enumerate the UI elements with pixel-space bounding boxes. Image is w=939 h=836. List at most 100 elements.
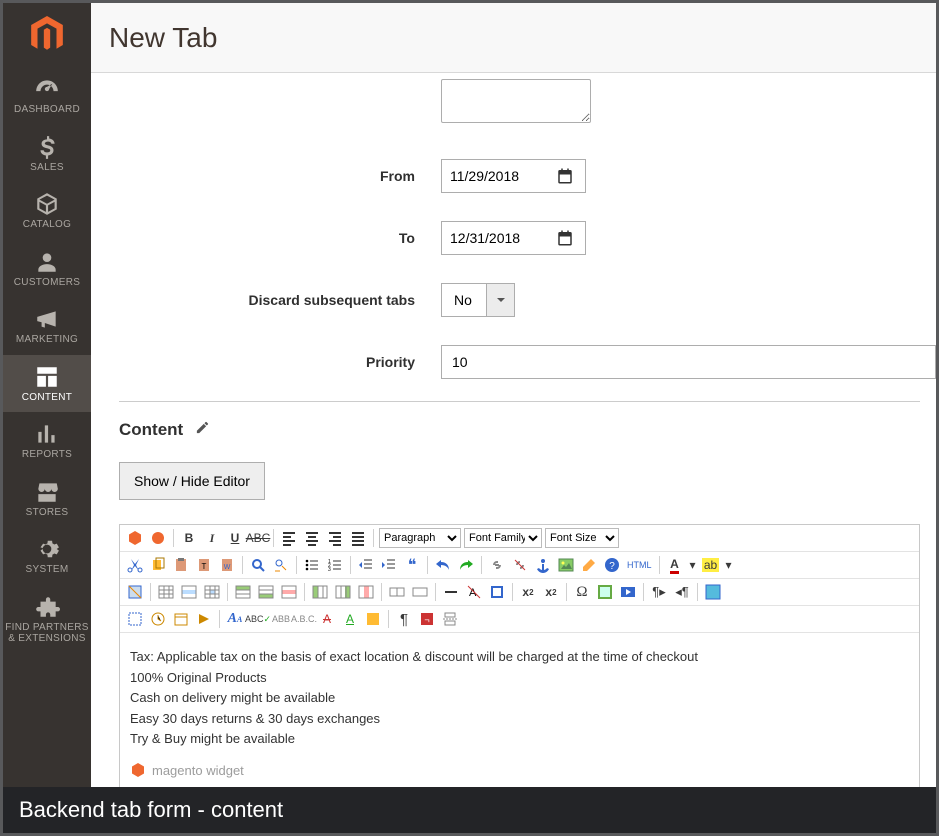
html-source-icon[interactable]: HTML: [625, 555, 654, 575]
delete-row-icon[interactable]: [279, 582, 299, 602]
preview-icon[interactable]: [194, 609, 214, 629]
split-cells-icon[interactable]: [387, 582, 407, 602]
del-icon[interactable]: A: [317, 609, 337, 629]
numbered-list-icon[interactable]: 123: [325, 555, 345, 575]
blockquote-icon[interactable]: ❝: [402, 555, 422, 575]
align-left-icon[interactable]: [279, 528, 299, 548]
visualchars-icon[interactable]: ¶: [394, 609, 414, 629]
strikethrough-icon[interactable]: ABC: [248, 528, 268, 548]
undo-icon[interactable]: [433, 555, 453, 575]
widget-placeholder[interactable]: magento widget: [130, 761, 909, 781]
magento-logo[interactable]: [3, 3, 91, 67]
from-date-value[interactable]: [442, 160, 546, 192]
chevron-down-icon[interactable]: ▾: [724, 555, 734, 575]
unlink-icon[interactable]: [510, 555, 530, 575]
charmap-icon[interactable]: Ω: [572, 582, 592, 602]
ltr-icon[interactable]: ¶▸: [649, 582, 669, 602]
copy-icon[interactable]: [148, 555, 168, 575]
toggle-editor-button[interactable]: Show / Hide Editor: [119, 462, 265, 500]
sidebar-item-catalog[interactable]: CATALOG: [3, 182, 91, 240]
cite-icon[interactable]: ABB: [271, 609, 291, 629]
spellcheck-icon[interactable]: ABC✓: [248, 609, 268, 629]
table-cell-props-icon[interactable]: [202, 582, 222, 602]
anchor-icon[interactable]: [533, 555, 553, 575]
calendar-icon[interactable]: [546, 160, 584, 192]
remove-format-icon[interactable]: A: [464, 582, 484, 602]
emotions-icon[interactable]: [595, 582, 615, 602]
sidebar-item-sales[interactable]: SALES: [3, 125, 91, 183]
sidebar-item-marketing[interactable]: MARKETING: [3, 297, 91, 355]
rtl-icon[interactable]: ◂¶: [672, 582, 692, 602]
underline-icon[interactable]: U: [225, 528, 245, 548]
attribs-icon[interactable]: [363, 609, 383, 629]
paste-text-icon[interactable]: T: [194, 555, 214, 575]
subscript-icon[interactable]: x2: [518, 582, 538, 602]
pencil-icon[interactable]: [195, 420, 210, 440]
sidebar-item-system[interactable]: SYSTEM: [3, 527, 91, 585]
cleanup-icon[interactable]: [579, 555, 599, 575]
acronym-icon[interactable]: A.B.C.: [294, 609, 314, 629]
align-justify-icon[interactable]: [348, 528, 368, 548]
editor-content-area[interactable]: Tax: Applicable tax on the basis of exac…: [120, 633, 919, 787]
delete-col-icon[interactable]: [356, 582, 376, 602]
cut-icon[interactable]: [125, 555, 145, 575]
hr-icon[interactable]: [441, 582, 461, 602]
redo-icon[interactable]: [456, 555, 476, 575]
chevron-down-icon[interactable]: [487, 283, 515, 317]
sidebar-item-stores[interactable]: STORES: [3, 470, 91, 528]
discard-select[interactable]: No: [441, 283, 515, 317]
bullet-list-icon[interactable]: [302, 555, 322, 575]
block-format-select[interactable]: Paragraph: [379, 528, 461, 548]
find-icon[interactable]: [248, 555, 268, 575]
media-icon[interactable]: [618, 582, 638, 602]
indent-icon[interactable]: [379, 555, 399, 575]
paste-icon[interactable]: [171, 555, 191, 575]
table-icon[interactable]: [156, 582, 176, 602]
description-textarea[interactable]: [441, 79, 591, 123]
pagebreak-icon[interactable]: [440, 609, 460, 629]
sidebar-item-content[interactable]: CONTENT: [3, 355, 91, 413]
sidebar-item-reports[interactable]: REPORTS: [3, 412, 91, 470]
insert-row-after-icon[interactable]: [256, 582, 276, 602]
insert-row-before-icon[interactable]: [233, 582, 253, 602]
outdent-icon[interactable]: [356, 555, 376, 575]
insertdate-icon[interactable]: [171, 609, 191, 629]
chevron-down-icon[interactable]: ▾: [688, 555, 698, 575]
merge-cells-icon[interactable]: [410, 582, 430, 602]
insert-layer-icon[interactable]: [125, 582, 145, 602]
to-date-input[interactable]: [441, 221, 586, 255]
bold-icon[interactable]: B: [179, 528, 199, 548]
visual-aid-icon[interactable]: [487, 582, 507, 602]
italic-icon[interactable]: I: [202, 528, 222, 548]
calendar-icon[interactable]: [546, 222, 584, 254]
insert-col-after-icon[interactable]: [333, 582, 353, 602]
align-center-icon[interactable]: [302, 528, 322, 548]
nonbreaking-icon[interactable]: ¬: [417, 609, 437, 629]
replace-icon[interactable]: [271, 555, 291, 575]
text-color-icon[interactable]: A: [665, 555, 685, 575]
highlight-color-icon[interactable]: ab: [701, 555, 721, 575]
sidebar-item-customers[interactable]: CUSTOMERS: [3, 240, 91, 298]
superscript-icon[interactable]: x2: [541, 582, 561, 602]
image-icon[interactable]: [556, 555, 576, 575]
sidebar-item-dashboard[interactable]: DASHBOARD: [3, 67, 91, 125]
ins-icon[interactable]: A: [340, 609, 360, 629]
priority-input[interactable]: [441, 345, 936, 379]
widget-icon[interactable]: [125, 528, 145, 548]
font-size-select[interactable]: Font Size: [545, 528, 619, 548]
insert-col-before-icon[interactable]: [310, 582, 330, 602]
table-row-props-icon[interactable]: [179, 582, 199, 602]
help-icon[interactable]: ?: [602, 555, 622, 575]
inserttime-icon[interactable]: [148, 609, 168, 629]
link-icon[interactable]: [487, 555, 507, 575]
font-family-select[interactable]: Font Family: [464, 528, 542, 548]
fullscreen-icon[interactable]: [703, 582, 723, 602]
select-all-icon[interactable]: [125, 609, 145, 629]
to-date-value[interactable]: [442, 222, 546, 254]
align-right-icon[interactable]: [325, 528, 345, 548]
variable-icon[interactable]: [148, 528, 168, 548]
paste-word-icon[interactable]: W: [217, 555, 237, 575]
styleprops-icon[interactable]: AA: [225, 609, 245, 629]
sidebar-item-find-partners[interactable]: FIND PARTNERS & EXTENSIONS: [3, 585, 91, 654]
from-date-input[interactable]: [441, 159, 586, 193]
